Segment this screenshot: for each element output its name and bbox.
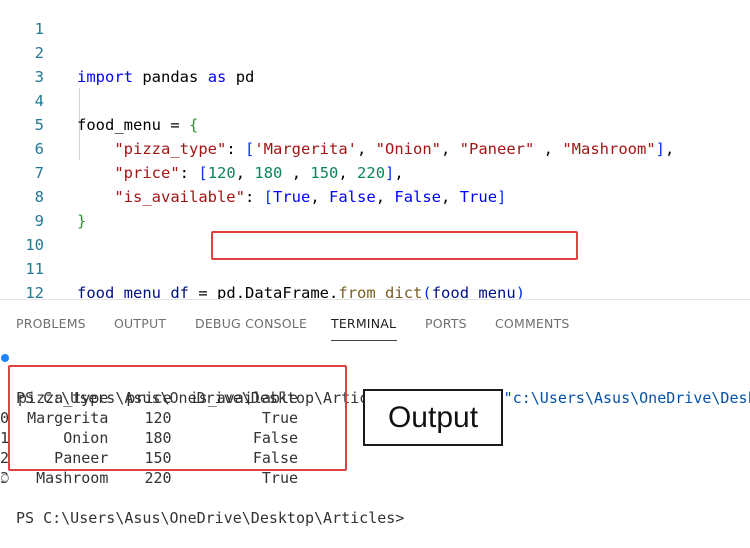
code-line[interactable]: 4 food_menu = { [0,65,750,134]
code-line[interactable]: 3 [0,41,750,86]
code-line[interactable]: 7 "is_available": [True, False, False, T… [0,137,750,206]
tab-comments[interactable]: COMMENTS [495,316,570,331]
tab-ports[interactable]: PORTS [425,316,467,331]
terminal-prompt-line: PS C:\Users\Asus\OneDrive\Desktop\Articl… [0,468,750,527]
code-line[interactable]: 2 import pandas as pd [0,17,750,86]
code-line[interactable]: 9 [0,185,750,230]
panel-tabs: PROBLEMS OUTPUT DEBUG CONSOLE TERMINAL P… [0,300,750,352]
code-line[interactable]: 10 [0,209,750,254]
active-tab-indicator [331,340,397,341]
tab-problems[interactable]: PROBLEMS [16,316,86,331]
code-line[interactable]: 6 "price": [120, 180 , 150, 220], [0,113,750,182]
tab-debug-console[interactable]: DEBUG CONSOLE [195,316,307,331]
code-editor[interactable]: 1 2 import pandas as pd 3 4 food_menu = … [0,0,750,299]
code-line[interactable]: 13 [0,281,750,299]
code-line[interactable]: 5 "pizza_type": ['Margerita', "Onion", "… [0,89,750,158]
tab-output[interactable]: OUTPUT [114,316,166,331]
code-highlight-box [211,231,578,260]
code-line[interactable]: 1 [0,0,750,38]
tab-terminal[interactable]: TERMINAL [331,316,396,331]
terminal-prompt: PS C:\Users\Asus\OneDrive\Desktop\Articl… [16,509,405,527]
output-label: Output [363,389,503,446]
code-line[interactable]: 8 } [0,161,750,230]
prompt-status-icon [1,474,9,482]
code-line[interactable]: 12 print(food_menu_df) [0,257,750,299]
command-status-icon [1,354,9,362]
output-highlight-box [8,365,347,471]
